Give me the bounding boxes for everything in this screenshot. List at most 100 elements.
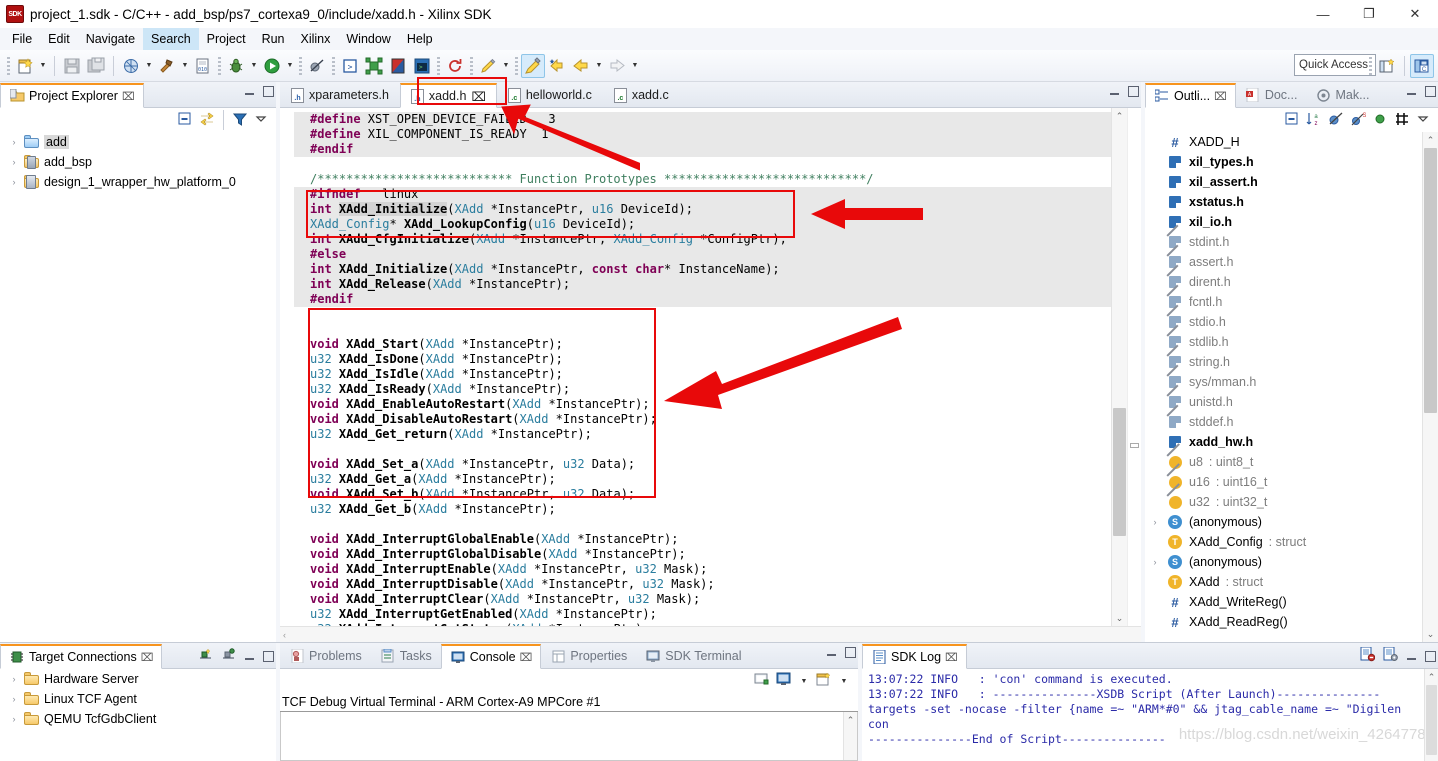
new-target-icon[interactable] bbox=[221, 647, 236, 665]
view-menu-icon[interactable] bbox=[254, 112, 268, 129]
scroll-down-icon[interactable]: ⌄ bbox=[1423, 626, 1438, 642]
code-line[interactable]: int XAdd_CfgInitialize(XAdd *InstancePtr… bbox=[294, 232, 1111, 247]
collapse-all-icon[interactable] bbox=[1284, 111, 1300, 130]
maximize-view-icon[interactable] bbox=[263, 650, 274, 662]
maximize-view-icon[interactable] bbox=[1425, 86, 1436, 97]
code-line[interactable]: void XAdd_InterruptGlobalEnable(XAdd *In… bbox=[294, 532, 1111, 547]
editor-overview-ruler[interactable] bbox=[1127, 108, 1141, 626]
menu-navigate[interactable]: Navigate bbox=[78, 28, 143, 50]
minimize-view-icon[interactable] bbox=[1406, 86, 1417, 97]
back-with-star-icon[interactable] bbox=[545, 54, 569, 78]
code-line[interactable] bbox=[294, 307, 1111, 322]
hide-static-icon[interactable]: S bbox=[1350, 111, 1367, 130]
hide-nonpublic-icon[interactable] bbox=[1372, 111, 1388, 130]
outline-item[interactable]: # XADD_H bbox=[1145, 132, 1422, 152]
outline-item[interactable]: xadd_hw.h bbox=[1145, 432, 1422, 452]
editor-vertical-scrollbar[interactable]: ⌃ ⌄ bbox=[1111, 108, 1127, 626]
menu-file[interactable]: File bbox=[4, 28, 40, 50]
code-line[interactable]: /*************************** Function Pr… bbox=[294, 172, 1111, 187]
twisty-icon[interactable]: › bbox=[8, 714, 20, 724]
twisty-icon[interactable]: › bbox=[8, 137, 20, 147]
view-menu-icon[interactable] bbox=[1416, 112, 1430, 129]
menu-xilinx[interactable]: Xilinx bbox=[293, 28, 339, 50]
debug-bug-icon[interactable] bbox=[224, 54, 248, 78]
open-perspective-icon[interactable] bbox=[1375, 54, 1399, 78]
code-line[interactable]: u32 XAdd_InterruptGetEnabled(XAdd *Insta… bbox=[294, 607, 1111, 622]
editor-tab-xadd-h[interactable]: .h xadd.h ⌧ bbox=[399, 83, 497, 108]
quick-access-input[interactable]: Quick Access bbox=[1294, 54, 1376, 76]
repository-refresh-icon[interactable] bbox=[443, 54, 467, 78]
code-line[interactable]: XAdd_Config* XAdd_LookupConfig(u16 Devic… bbox=[294, 217, 1111, 232]
new-connection-icon[interactable] bbox=[198, 647, 213, 665]
code-line[interactable] bbox=[294, 517, 1111, 532]
save-all-icon[interactable] bbox=[84, 54, 108, 78]
outline-item[interactable]: u16 : uint16_t bbox=[1145, 472, 1422, 492]
close-icon[interactable]: ⌧ bbox=[520, 651, 533, 664]
code-line[interactable]: int XAdd_Initialize(XAdd *InstancePtr, u… bbox=[294, 202, 1111, 217]
code-line[interactable]: u32 XAdd_IsDone(XAdd *InstancePtr); bbox=[294, 352, 1111, 367]
new-console-view-icon[interactable] bbox=[754, 672, 770, 690]
code-line[interactable]: void XAdd_InterruptGlobalDisable(XAdd *I… bbox=[294, 547, 1111, 562]
tab-tasks[interactable]: Tasks bbox=[371, 643, 441, 668]
twisty-icon[interactable]: › bbox=[1149, 557, 1161, 567]
clear-log-icon[interactable] bbox=[1360, 646, 1376, 665]
outline-item[interactable]: dirent.h bbox=[1145, 272, 1422, 292]
code-line[interactable]: u32 XAdd_Get_b(XAdd *InstancePtr); bbox=[294, 502, 1111, 517]
toolbar-drag-handle-5[interactable] bbox=[437, 56, 440, 75]
code-line[interactable]: u32 XAdd_IsIdle(XAdd *InstancePtr); bbox=[294, 367, 1111, 382]
outline-item[interactable]: xil_types.h bbox=[1145, 152, 1422, 172]
program-fpga-icon[interactable] bbox=[362, 54, 386, 78]
minimize-view-icon[interactable] bbox=[1109, 86, 1120, 97]
target-item-hardware-server[interactable]: › Hardware Server bbox=[0, 669, 276, 689]
build-all-icon[interactable] bbox=[119, 54, 143, 78]
code-line[interactable]: #else bbox=[294, 247, 1111, 262]
close-icon[interactable]: ⌧ bbox=[471, 89, 485, 104]
outline-item[interactable]: unistd.h bbox=[1145, 392, 1422, 412]
scroll-up-icon[interactable]: ⌃ bbox=[1112, 108, 1127, 124]
console-vertical-scrollbar[interactable]: ⌃ bbox=[843, 712, 857, 760]
new-wizard-dropdown-icon[interactable]: ▼ bbox=[37, 54, 49, 78]
scroll-up-icon[interactable]: ⌃ bbox=[1423, 132, 1438, 148]
code-line[interactable]: #endif bbox=[294, 142, 1111, 157]
code-line[interactable]: u32 XAdd_IsReady(XAdd *InstancePtr); bbox=[294, 382, 1111, 397]
outline-item[interactable]: # XAdd_WriteReg() bbox=[1145, 592, 1422, 612]
save-icon[interactable] bbox=[60, 54, 84, 78]
display-selected-console-icon[interactable] bbox=[776, 672, 792, 690]
code-line[interactable]: #define XIL_COMPONENT_IS_READY 1 bbox=[294, 127, 1111, 142]
target-item-qemu-tcfgdbclient[interactable]: › QEMU TcfGdbClient bbox=[0, 709, 276, 729]
maximize-view-icon[interactable] bbox=[263, 86, 274, 97]
sdk-log-vertical-scrollbar[interactable]: ⌃ bbox=[1424, 669, 1438, 761]
run-dropdown-icon[interactable]: ▼ bbox=[284, 54, 296, 78]
tab-console[interactable]: Console ⌧ bbox=[440, 644, 542, 669]
code-line[interactable]: u32 XAdd_Get_a(XAdd *InstancePtr); bbox=[294, 472, 1111, 487]
toolbar-drag-handle-2[interactable] bbox=[218, 56, 221, 75]
tab-sdk-log[interactable]: SDK Log ⌧ bbox=[862, 644, 967, 669]
tree-item-add[interactable]: › add bbox=[0, 132, 276, 152]
forward-dropdown-icon[interactable]: ▼ bbox=[629, 54, 641, 78]
console-content[interactable]: TCF Debug Virtual Terminal - ARM Cortex-… bbox=[280, 693, 858, 761]
tab-project-explorer[interactable]: Project Explorer ⌧ bbox=[0, 83, 144, 108]
scroll-up-icon[interactable]: ⌃ bbox=[1425, 669, 1438, 685]
code-line[interactable]: void XAdd_InterruptClear(XAdd *InstanceP… bbox=[294, 592, 1111, 607]
code-line[interactable]: u32 XAdd_Get_return(XAdd *InstancePtr); bbox=[294, 427, 1111, 442]
highlight-marker-icon[interactable] bbox=[521, 53, 545, 78]
outline-item[interactable]: stdint.h bbox=[1145, 232, 1422, 252]
link-with-editor-icon[interactable] bbox=[199, 111, 215, 130]
toolbar-drag-handle-3[interactable] bbox=[299, 56, 302, 75]
code-line[interactable]: void XAdd_Set_a(XAdd *InstancePtr, u32 D… bbox=[294, 457, 1111, 472]
close-icon[interactable]: ⌧ bbox=[945, 651, 958, 664]
twisty-icon[interactable]: › bbox=[8, 157, 20, 167]
outline-tree[interactable]: # XADD_H xil_types.h xil_assert.h xstatus.h x… bbox=[1145, 132, 1438, 642]
minimize-view-icon[interactable] bbox=[244, 651, 255, 662]
toolbar-drag-handle-7[interactable] bbox=[515, 56, 518, 75]
outline-item[interactable]: xstatus.h bbox=[1145, 192, 1422, 212]
cpp-perspective-icon[interactable]: C bbox=[1410, 54, 1434, 78]
sdk-log-content[interactable]: 13:07:22 INFO : 'con' command is execute… bbox=[862, 669, 1438, 761]
code-line[interactable]: void XAdd_Set_b(XAdd *InstancePtr, u32 D… bbox=[294, 487, 1111, 502]
tab-problems[interactable]: Problems bbox=[280, 643, 371, 668]
menu-window[interactable]: Window bbox=[338, 28, 398, 50]
outline-item[interactable]: u8 : uint8_t bbox=[1145, 452, 1422, 472]
build-hammer-icon[interactable] bbox=[155, 54, 179, 78]
tab-make-target[interactable]: Mak... bbox=[1306, 82, 1378, 107]
close-icon[interactable]: ⌧ bbox=[141, 651, 154, 664]
